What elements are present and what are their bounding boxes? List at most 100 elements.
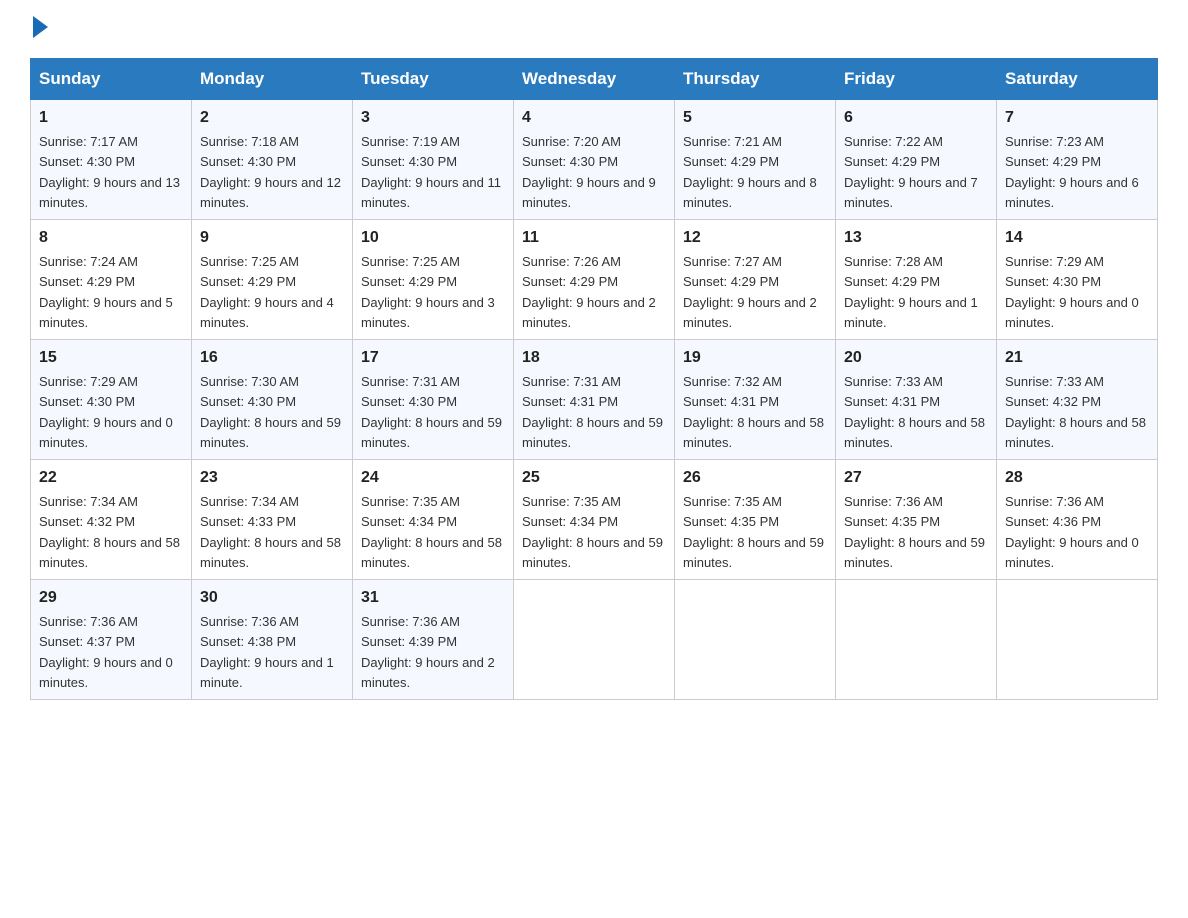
calendar-cell: 15 Sunrise: 7:29 AMSunset: 4:30 PMDayligh…: [31, 340, 192, 460]
day-number: 30: [200, 586, 344, 610]
day-info: Sunrise: 7:25 AMSunset: 4:29 PMDaylight:…: [361, 254, 495, 330]
day-number: 27: [844, 466, 988, 490]
calendar-cell: 2Sunrise: 7:18 AMSunset: 4:30 PMDaylight…: [192, 100, 353, 220]
day-number: 1: [39, 106, 183, 130]
week-row-3: 15 Sunrise: 7:29 AMSunset: 4:30 PMDayligh…: [31, 340, 1158, 460]
day-info: Sunrise: 7:19 AMSunset: 4:30 PMDaylight:…: [361, 134, 501, 210]
calendar-cell: 12 Sunrise: 7:27 AMSunset: 4:29 PMDayligh…: [675, 220, 836, 340]
day-info: Sunrise: 7:24 AMSunset: 4:29 PMDaylight:…: [39, 254, 173, 330]
col-header-wednesday: Wednesday: [514, 59, 675, 100]
col-header-sunday: Sunday: [31, 59, 192, 100]
calendar-cell: 20 Sunrise: 7:33 AMSunset: 4:31 PMDayligh…: [836, 340, 997, 460]
day-number: 24: [361, 466, 505, 490]
calendar-cell: 26 Sunrise: 7:35 AMSunset: 4:35 PMDayligh…: [675, 460, 836, 580]
calendar-cell: 23 Sunrise: 7:34 AMSunset: 4:33 PMDayligh…: [192, 460, 353, 580]
day-number: 11: [522, 226, 666, 250]
calendar-cell: [675, 580, 836, 700]
calendar-cell: 10 Sunrise: 7:25 AMSunset: 4:29 PMDayligh…: [353, 220, 514, 340]
week-row-2: 8 Sunrise: 7:24 AMSunset: 4:29 PMDaylight…: [31, 220, 1158, 340]
col-header-saturday: Saturday: [997, 59, 1158, 100]
day-info: Sunrise: 7:23 AMSunset: 4:29 PMDaylight:…: [1005, 134, 1139, 210]
day-number: 10: [361, 226, 505, 250]
day-info: Sunrise: 7:21 AMSunset: 4:29 PMDaylight:…: [683, 134, 817, 210]
day-number: 12: [683, 226, 827, 250]
week-row-1: 1Sunrise: 7:17 AMSunset: 4:30 PMDaylight…: [31, 100, 1158, 220]
day-number: 16: [200, 346, 344, 370]
calendar-cell: 4 Sunrise: 7:20 AMSunset: 4:30 PMDaylight…: [514, 100, 675, 220]
day-number: 23: [200, 466, 344, 490]
day-info: Sunrise: 7:33 AMSunset: 4:31 PMDaylight:…: [844, 374, 985, 450]
week-row-5: 29 Sunrise: 7:36 AMSunset: 4:37 PMDayligh…: [31, 580, 1158, 700]
calendar-table: SundayMondayTuesdayWednesdayThursdayFrid…: [30, 58, 1158, 700]
col-header-tuesday: Tuesday: [353, 59, 514, 100]
day-info: Sunrise: 7:32 AMSunset: 4:31 PMDaylight:…: [683, 374, 824, 450]
day-number: 28: [1005, 466, 1149, 490]
day-info: Sunrise: 7:36 AMSunset: 4:36 PMDaylight:…: [1005, 494, 1139, 570]
logo-arrow-icon: [33, 16, 48, 38]
day-number: 25: [522, 466, 666, 490]
calendar-cell: 29 Sunrise: 7:36 AMSunset: 4:37 PMDayligh…: [31, 580, 192, 700]
day-info: Sunrise: 7:36 AMSunset: 4:35 PMDaylight:…: [844, 494, 985, 570]
calendar-cell: [514, 580, 675, 700]
day-info: Sunrise: 7:35 AMSunset: 4:34 PMDaylight:…: [361, 494, 502, 570]
day-number: 8: [39, 226, 183, 250]
day-info: Sunrise: 7:31 AMSunset: 4:30 PMDaylight:…: [361, 374, 502, 450]
day-info: Sunrise: 7:36 AMSunset: 4:39 PMDaylight:…: [361, 614, 495, 690]
day-info: Sunrise: 7:25 AMSunset: 4:29 PMDaylight:…: [200, 254, 334, 330]
calendar-cell: 22Sunrise: 7:34 AMSunset: 4:32 PMDayligh…: [31, 460, 192, 580]
day-number: 15: [39, 346, 183, 370]
calendar-cell: 7 Sunrise: 7:23 AMSunset: 4:29 PMDaylight…: [997, 100, 1158, 220]
calendar-cell: 5Sunrise: 7:21 AMSunset: 4:29 PMDaylight…: [675, 100, 836, 220]
day-number: 18: [522, 346, 666, 370]
col-header-monday: Monday: [192, 59, 353, 100]
day-number: 17: [361, 346, 505, 370]
day-number: 9: [200, 226, 344, 250]
day-info: Sunrise: 7:31 AMSunset: 4:31 PMDaylight:…: [522, 374, 663, 450]
calendar-cell: 19 Sunrise: 7:32 AMSunset: 4:31 PMDayligh…: [675, 340, 836, 460]
day-number: 6: [844, 106, 988, 130]
day-number: 20: [844, 346, 988, 370]
calendar-cell: 16 Sunrise: 7:30 AMSunset: 4:30 PMDayligh…: [192, 340, 353, 460]
day-number: 2: [200, 106, 344, 130]
calendar-cell: 21 Sunrise: 7:33 AMSunset: 4:32 PMDayligh…: [997, 340, 1158, 460]
day-number: 19: [683, 346, 827, 370]
calendar-cell: 11 Sunrise: 7:26 AMSunset: 4:29 PMDayligh…: [514, 220, 675, 340]
col-header-thursday: Thursday: [675, 59, 836, 100]
day-info: Sunrise: 7:30 AMSunset: 4:30 PMDaylight:…: [200, 374, 341, 450]
day-info: Sunrise: 7:29 AMSunset: 4:30 PMDaylight:…: [1005, 254, 1139, 330]
day-info: Sunrise: 7:34 AMSunset: 4:32 PMDaylight:…: [39, 494, 180, 570]
calendar-cell: 9 Sunrise: 7:25 AMSunset: 4:29 PMDaylight…: [192, 220, 353, 340]
calendar-cell: [836, 580, 997, 700]
day-number: 21: [1005, 346, 1149, 370]
day-info: Sunrise: 7:27 AMSunset: 4:29 PMDaylight:…: [683, 254, 817, 330]
day-info: Sunrise: 7:35 AMSunset: 4:35 PMDaylight:…: [683, 494, 824, 570]
day-info: Sunrise: 7:26 AMSunset: 4:29 PMDaylight:…: [522, 254, 656, 330]
calendar-cell: 25 Sunrise: 7:35 AMSunset: 4:34 PMDayligh…: [514, 460, 675, 580]
day-info: Sunrise: 7:29 AMSunset: 4:30 PMDaylight:…: [39, 374, 173, 450]
logo: [30, 20, 48, 38]
header-row: SundayMondayTuesdayWednesdayThursdayFrid…: [31, 59, 1158, 100]
calendar-cell: 17 Sunrise: 7:31 AMSunset: 4:30 PMDayligh…: [353, 340, 514, 460]
calendar-cell: 28 Sunrise: 7:36 AMSunset: 4:36 PMDayligh…: [997, 460, 1158, 580]
calendar-cell: 27 Sunrise: 7:36 AMSunset: 4:35 PMDayligh…: [836, 460, 997, 580]
day-number: 7: [1005, 106, 1149, 130]
day-number: 29: [39, 586, 183, 610]
day-info: Sunrise: 7:36 AMSunset: 4:38 PMDaylight:…: [200, 614, 334, 690]
day-info: Sunrise: 7:35 AMSunset: 4:34 PMDaylight:…: [522, 494, 663, 570]
col-header-friday: Friday: [836, 59, 997, 100]
day-info: Sunrise: 7:22 AMSunset: 4:29 PMDaylight:…: [844, 134, 978, 210]
calendar-cell: 24 Sunrise: 7:35 AMSunset: 4:34 PMDayligh…: [353, 460, 514, 580]
day-number: 14: [1005, 226, 1149, 250]
day-info: Sunrise: 7:36 AMSunset: 4:37 PMDaylight:…: [39, 614, 173, 690]
day-number: 26: [683, 466, 827, 490]
calendar-cell: 13Sunrise: 7:28 AMSunset: 4:29 PMDayligh…: [836, 220, 997, 340]
calendar-cell: 14 Sunrise: 7:29 AMSunset: 4:30 PMDayligh…: [997, 220, 1158, 340]
day-info: Sunrise: 7:20 AMSunset: 4:30 PMDaylight:…: [522, 134, 656, 210]
calendar-cell: 31Sunrise: 7:36 AMSunset: 4:39 PMDayligh…: [353, 580, 514, 700]
day-info: Sunrise: 7:33 AMSunset: 4:32 PMDaylight:…: [1005, 374, 1146, 450]
day-number: 4: [522, 106, 666, 130]
week-row-4: 22Sunrise: 7:34 AMSunset: 4:32 PMDayligh…: [31, 460, 1158, 580]
calendar-cell: 30 Sunrise: 7:36 AMSunset: 4:38 PMDayligh…: [192, 580, 353, 700]
day-number: 3: [361, 106, 505, 130]
day-info: Sunrise: 7:34 AMSunset: 4:33 PMDaylight:…: [200, 494, 341, 570]
